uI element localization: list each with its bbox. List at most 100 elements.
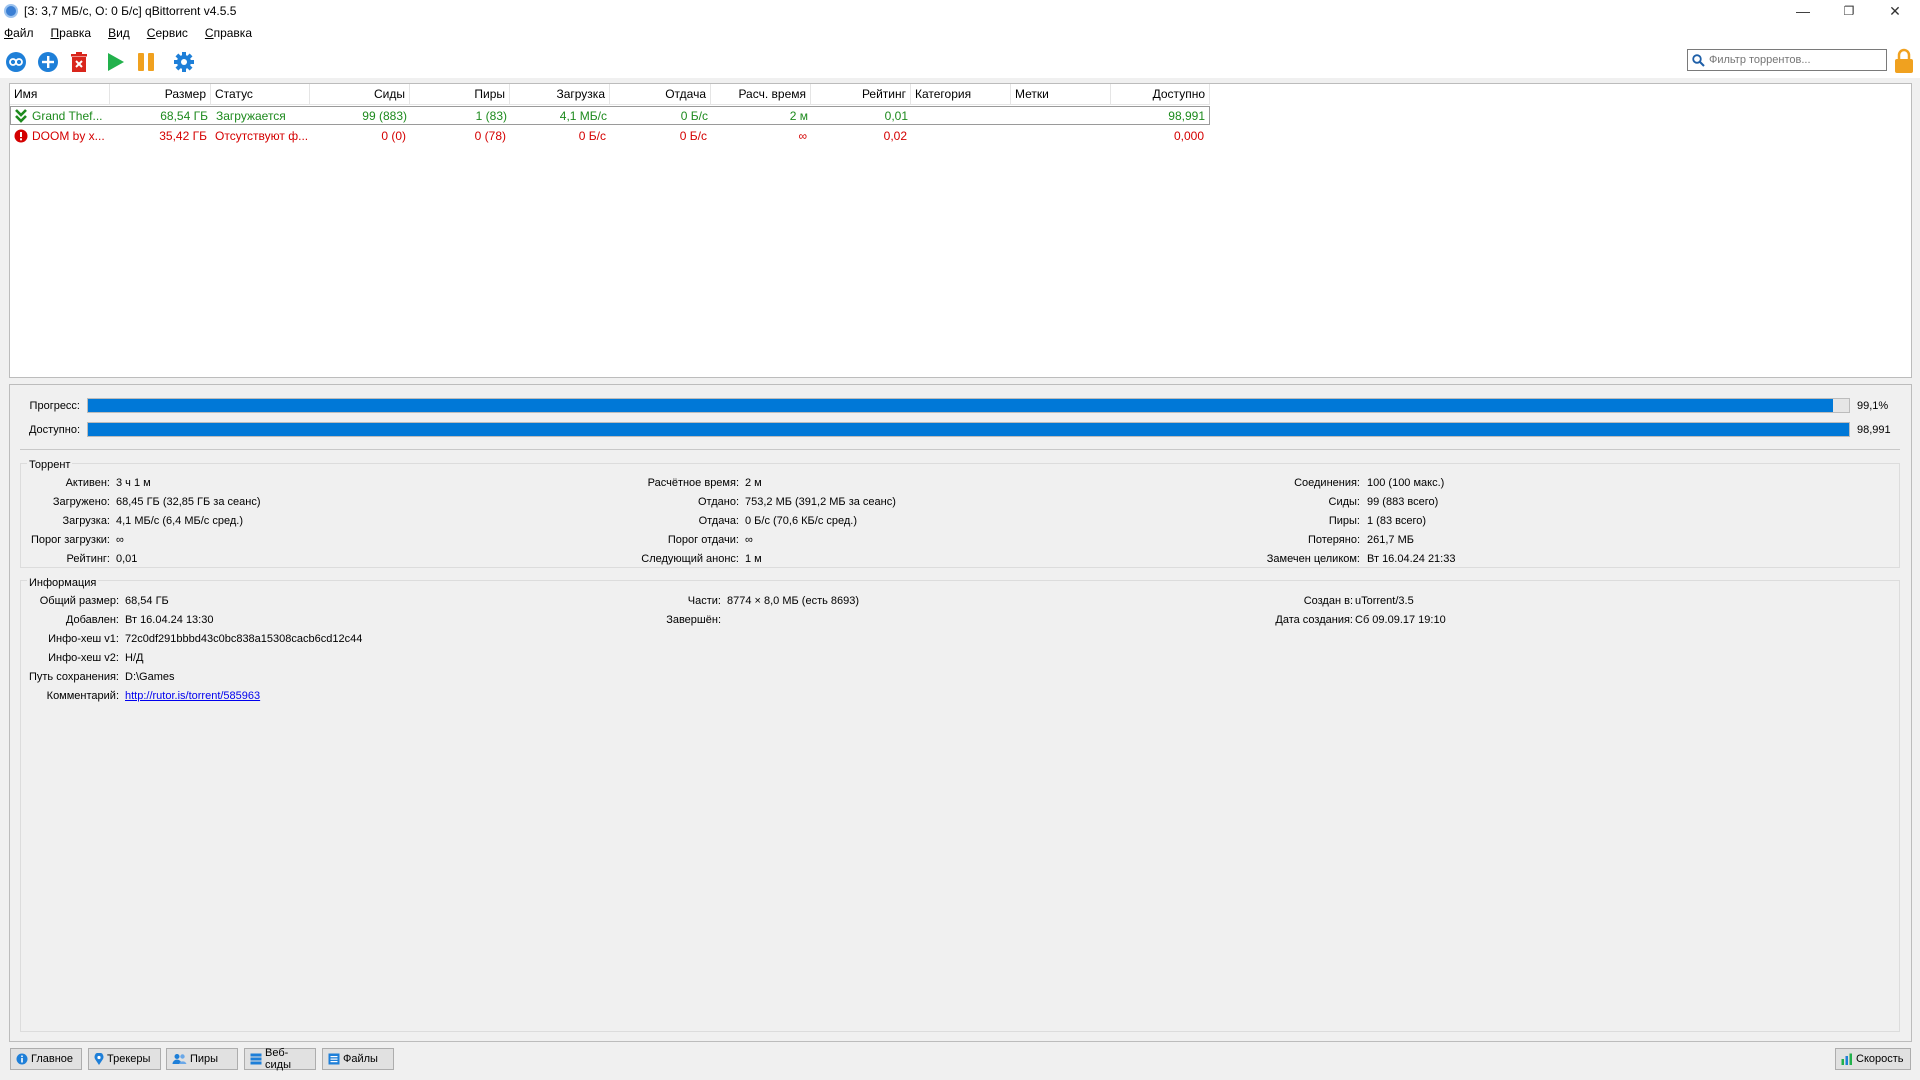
active-time-label: Активен:	[65, 477, 110, 489]
upload-limit-value: ∞	[745, 534, 753, 546]
pause-button[interactable]	[134, 50, 158, 74]
title-bar: [З: 3,7 МБ/с, О: 0 Б/с] qBittorrent v4.5…	[0, 0, 1920, 22]
tab-peers[interactable]: Пиры	[166, 1048, 238, 1070]
add-link-button[interactable]	[4, 50, 28, 74]
torrent-upload-speed: 0 Б/с	[679, 129, 707, 143]
resume-icon	[108, 53, 124, 71]
users-icon	[172, 1054, 187, 1064]
column-tags[interactable]: Метки	[1011, 84, 1111, 105]
add-torrent-button[interactable]	[36, 50, 60, 74]
resume-button[interactable]	[103, 50, 127, 74]
comment-label: Комментарий:	[46, 690, 119, 702]
column-name[interactable]: Имя	[10, 84, 110, 105]
column-ratio[interactable]: Рейтинг	[811, 84, 911, 105]
torrent-size: 68,54 ГБ	[160, 109, 208, 123]
lock-ui-button[interactable]	[1893, 48, 1915, 74]
added-on-label: Добавлен:	[65, 614, 119, 626]
info-hash-v2-value: Н/Д	[125, 652, 144, 664]
qbittorrent-logo-icon	[4, 4, 18, 18]
window-title: [З: 3,7 МБ/с, О: 0 Б/с] qBittorrent v4.5…	[24, 4, 237, 18]
torrent-filter-input[interactable]	[1709, 54, 1879, 66]
torrent-category	[911, 127, 1011, 146]
lock-icon	[1895, 48, 1913, 73]
menu-view[interactable]: Вид	[108, 26, 130, 40]
tab-trackers[interactable]: Трекеры	[88, 1048, 161, 1070]
peers-label: Пиры:	[1328, 515, 1360, 527]
transfer-group	[20, 463, 1900, 568]
pieces-value: 8774 × 8,0 МБ (есть 8693)	[727, 595, 860, 607]
column-size[interactable]: Размер	[110, 84, 211, 105]
menu-help[interactable]: Справка	[205, 26, 252, 40]
options-button[interactable]	[172, 50, 196, 74]
column-seeds[interactable]: Сиды	[310, 84, 410, 105]
torrent-status: Загружается	[216, 109, 286, 123]
menu-tools[interactable]: Сервис	[147, 26, 188, 40]
comment-link[interactable]: http://rutor.is/torrent/585963	[125, 690, 260, 702]
created-on-label: Дата создания:	[1275, 614, 1353, 626]
torrent-tags	[1011, 127, 1111, 146]
error-icon	[14, 129, 28, 143]
seeds-label: Сиды:	[1328, 496, 1360, 508]
search-icon	[1692, 53, 1705, 67]
toolbar	[0, 44, 1920, 78]
torrent-peers: 0 (78)	[474, 129, 506, 143]
info-hash-v1-label: Инфо-хеш v1:	[48, 633, 119, 645]
downloading-icon	[15, 109, 27, 123]
torrent-filter-box[interactable]	[1687, 49, 1887, 71]
last-seen-complete-label: Замечен целиком:	[1266, 553, 1360, 565]
last-seen-complete-value: Вт 16.04.24 21:33	[1367, 553, 1456, 565]
info-hash-v1-value: 72c0df291bbbd43c0bc838a15308cacb6cd12c44	[125, 633, 363, 645]
torrent-eta: ∞	[798, 129, 807, 143]
column-availability[interactable]: Доступно	[1111, 84, 1210, 105]
column-upload-speed[interactable]: Отдача	[610, 84, 711, 105]
torrent-tags	[1012, 107, 1112, 126]
torrent-name: Grand Thef...	[32, 109, 103, 123]
tab-speed[interactable]: Скорость	[1835, 1048, 1911, 1070]
total-size-label: Общий размер:	[39, 595, 119, 607]
tab-webseeds[interactable]: Веб-сиды	[244, 1047, 316, 1071]
server-icon	[250, 1053, 262, 1065]
download-limit-label: Порог загрузки:	[30, 534, 110, 546]
column-download-speed[interactable]: Загрузка	[510, 84, 610, 105]
save-path-value: D:\Games	[125, 671, 175, 683]
torrent-name: DOOM by x...	[32, 129, 105, 143]
completed-on-label: Завершён:	[666, 614, 721, 626]
column-status[interactable]: Статус	[211, 84, 310, 105]
availability-bar	[87, 422, 1850, 437]
tab-trackers-label: Трекеры	[107, 1053, 151, 1065]
torrent-peers: 1 (83)	[475, 109, 507, 123]
download-speed-label: Загрузка:	[62, 515, 110, 527]
column-eta[interactable]: Расч. время	[711, 84, 811, 105]
torrent-seeds: 99 (883)	[362, 109, 407, 123]
wasted-value: 261,7 МБ	[1367, 534, 1414, 546]
download-speed-value: 4,1 МБ/с (6,4 МБ/с сред.)	[116, 515, 243, 527]
torrent-row[interactable]: Grand Thef... 68,54 ГБ Загружается 99 (8…	[10, 106, 1210, 125]
ratio-label: Рейтинг:	[66, 553, 110, 565]
seeds-value: 99 (883 всего)	[1367, 496, 1439, 508]
close-button[interactable]: ✕	[1872, 0, 1918, 22]
add-link-icon	[6, 52, 26, 72]
created-by-label: Создан в:	[1303, 595, 1353, 607]
pause-icon	[138, 53, 154, 71]
tab-general[interactable]: Главное	[10, 1048, 82, 1070]
menu-edit[interactable]: Правка	[51, 26, 92, 40]
column-peers[interactable]: Пиры	[410, 84, 510, 105]
info-hash-v2-label: Инфо-хеш v2:	[48, 652, 119, 664]
maximize-button[interactable]: ❐	[1826, 0, 1872, 22]
torrent-row[interactable]: DOOM by x... 35,42 ГБ Отсутствуют ф... 0…	[10, 127, 1210, 146]
peers-value: 1 (83 всего)	[1367, 515, 1427, 527]
tab-peers-label: Пиры	[190, 1053, 219, 1065]
menu-file[interactable]: Файл	[4, 26, 34, 40]
active-time-value: 3 ч 1 м	[116, 477, 151, 489]
minimize-button[interactable]: —	[1780, 0, 1826, 22]
location-pin-icon	[94, 1052, 104, 1065]
eta-label: Расчётное время:	[647, 477, 739, 489]
bar-chart-icon	[1841, 1053, 1852, 1065]
column-category[interactable]: Категория	[911, 84, 1011, 105]
progress-bar-fill	[88, 399, 1833, 412]
delete-torrent-button[interactable]	[67, 50, 91, 74]
availability-bar-fill	[88, 423, 1849, 436]
tab-files[interactable]: Файлы	[322, 1048, 394, 1070]
created-on-value: Сб 09.09.17 19:10	[1355, 614, 1446, 626]
eta-value: 2 м	[745, 477, 762, 489]
